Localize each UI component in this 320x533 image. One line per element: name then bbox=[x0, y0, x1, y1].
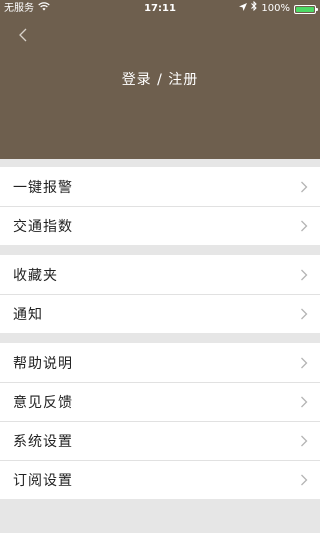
menu-group-2: 收藏夹 通知 bbox=[0, 255, 320, 333]
menu-item-label: 意见反馈 bbox=[13, 395, 73, 411]
menu-item-emergency-alarm[interactable]: 一键报警 bbox=[0, 167, 320, 206]
chevron-right-icon bbox=[301, 308, 308, 320]
menu-group-1: 一键报警 交通指数 bbox=[0, 167, 320, 245]
menu-item-subscription-settings[interactable]: 订阅设置 bbox=[0, 460, 320, 499]
menu-item-label: 一键报警 bbox=[13, 179, 73, 196]
chevron-right-icon bbox=[301, 474, 308, 486]
profile-header: 无服务 17:11 100% 登录 / 注册 bbox=[0, 0, 320, 159]
menu-item-label: 订阅设置 bbox=[13, 473, 73, 489]
chevron-right-icon bbox=[301, 220, 308, 232]
back-chevron-icon bbox=[19, 28, 27, 42]
chevron-right-icon bbox=[301, 396, 308, 408]
menu-item-label: 收藏夹 bbox=[13, 267, 58, 284]
chevron-right-icon bbox=[301, 357, 308, 368]
menu-item-feedback[interactable]: 意见反馈 bbox=[0, 382, 320, 421]
status-bar: 无服务 17:11 100% bbox=[0, 0, 320, 18]
menu-item-notifications[interactable]: 通知 bbox=[0, 294, 320, 333]
menu-item-label: 帮助说明 bbox=[13, 355, 73, 372]
location-arrow-icon bbox=[239, 0, 248, 18]
menu-item-label: 交通指数 bbox=[13, 219, 73, 235]
login-register-link[interactable]: 登录 / 注册 bbox=[0, 69, 320, 89]
battery-percent: 100% bbox=[261, 3, 290, 14]
battery-icon bbox=[294, 4, 318, 14]
menu-group-3: 帮助说明 意见反馈 系统设置 订阅设置 bbox=[0, 343, 320, 499]
menu-item-favorites[interactable]: 收藏夹 bbox=[0, 255, 320, 294]
menu-item-help[interactable]: 帮助说明 bbox=[0, 343, 320, 382]
bluetooth-icon bbox=[251, 0, 258, 18]
chevron-right-icon bbox=[301, 181, 308, 192]
status-bar-right: 100% bbox=[235, 0, 318, 18]
menu-item-label: 系统设置 bbox=[13, 434, 73, 450]
back-button[interactable] bbox=[14, 25, 34, 45]
menu-item-system-settings[interactable]: 系统设置 bbox=[0, 421, 320, 460]
chevron-right-icon bbox=[301, 435, 308, 447]
menu-item-label: 通知 bbox=[13, 307, 43, 323]
chevron-right-icon bbox=[301, 269, 308, 280]
menu-item-traffic-index[interactable]: 交通指数 bbox=[0, 206, 320, 245]
